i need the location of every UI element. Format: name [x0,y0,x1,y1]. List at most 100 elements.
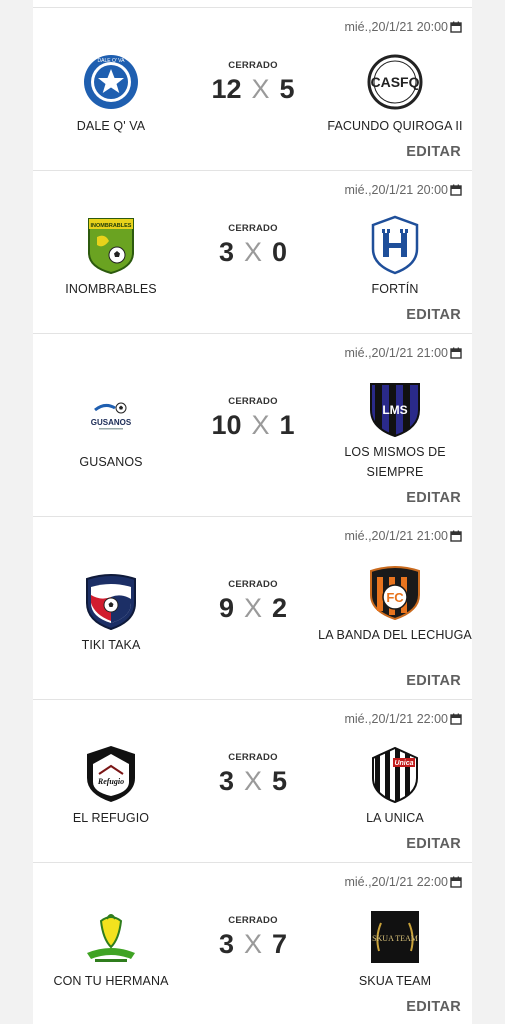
home-score: 3 [218,766,234,796]
away-team[interactable]: FORTÍN [317,215,473,299]
match-date: mié.,20/1/21 22:00 [344,875,462,889]
home-team-name: INOMBRABLES [65,282,157,296]
right-gutter [472,0,505,1024]
score-separator: X [243,929,262,959]
edit-button[interactable]: EDITAR [406,836,461,852]
away-team-name: LA UNICA [366,811,424,825]
logo-text: Unica [394,760,413,767]
home-score: 10 [211,410,242,440]
match-status: CERRADO [228,223,278,234]
match-date: mié.,20/1/21 21:00 [344,346,462,360]
away-score: 2 [272,593,288,623]
con-tu-hermana-crest-icon [87,914,135,962]
match-card: mié.,20/1/21 20:00 DALE Q' VA DALE Q' VA… [33,8,472,171]
edit-button[interactable]: EDITAR [406,999,461,1015]
match-status: CERRADO [228,915,278,926]
scoreline: 3 X 5 [188,766,318,797]
home-team-name: EL REFUGIO [72,811,150,825]
score-separator: X [243,593,262,623]
away-team[interactable]: Unica LA UNICA [317,744,473,828]
calendar-icon [450,876,462,888]
match-card: mié.,20/1/21 22:00 Refugio EL REFUGIO CE… [33,700,472,863]
away-team[interactable]: LMS LOS MISMOS DE SIEMPRE [317,378,473,482]
scoreline: 3 X 7 [188,929,318,960]
tiki-taka-crest-icon [86,574,136,631]
logo-text: FC [386,590,404,605]
home-team-name: GUSANOS [79,455,143,469]
left-gutter [0,0,33,1024]
gusanos-crest-icon: GUSANOS [91,402,132,430]
away-score: 5 [279,74,295,104]
away-team-name: SKUA TEAM [358,974,432,988]
match-status: CERRADO [228,579,278,590]
scoreline: 9 X 2 [188,593,318,624]
calendar-icon [450,21,462,33]
home-team[interactable]: DALE Q' VA DALE Q' VA [33,52,189,136]
edit-button[interactable]: EDITAR [406,673,461,689]
match-card: mié.,20/1/21 22:00 CON TU HERMANA CERRAD… [33,863,472,1024]
away-team[interactable]: CASFQ FACUNDO QUIROGA II [317,52,473,136]
home-team-name: CON TU HERMANA [53,974,169,988]
facundo-quiroga-crest-icon: CASFQ [367,54,423,110]
match-date: mié.,20/1/21 22:00 [344,712,462,726]
match-date: mié.,20/1/21 21:00 [344,529,462,543]
match-card: mié.,20/1/21 20:00 INOMBRABLES INOMBRABL… [33,171,472,334]
edit-button[interactable]: EDITAR [406,307,461,323]
match-date: mié.,20/1/21 20:00 [344,183,462,197]
logo-text: CASFQ [371,74,420,90]
calendar-icon [450,347,462,359]
edit-button[interactable]: EDITAR [406,490,461,506]
skua-team-crest-icon: SKUA TEAM [371,911,419,963]
match-date: mié.,20/1/21 20:00 [344,20,462,34]
away-team-name: FORTÍN [371,282,419,296]
scoreline: 10 X 1 [188,410,318,441]
calendar-icon [450,184,462,196]
match-status: CERRADO [228,396,278,407]
home-team[interactable]: INOMBRABLES INOMBRABLES [33,215,189,299]
away-team-name: LA BANDA DEL LECHUGA [318,628,472,642]
dale-q-va-crest-icon: DALE Q' VA [84,55,138,109]
home-team-name: TIKI TAKA [81,638,141,652]
scoreline: 12 X 5 [188,74,318,105]
la-banda-crest-icon: FC [370,566,420,621]
away-team[interactable]: FC LA BANDA DEL LECHUGA [317,561,473,645]
away-score: 0 [272,237,288,267]
match-status: CERRADO [228,60,278,71]
home-team[interactable]: CON TU HERMANA [33,907,189,991]
calendar-icon [450,713,462,725]
score-separator: X [251,410,270,440]
score-separator: X [243,766,262,796]
edit-button[interactable]: EDITAR [406,144,461,160]
home-team[interactable]: GUSANOS GUSANOS [33,388,189,472]
home-team[interactable]: Refugio EL REFUGIO [33,744,189,828]
home-team[interactable]: TIKI TAKA [33,571,189,655]
away-score: 5 [272,766,288,796]
logo-text: GUSANOS [91,418,132,427]
scoreline: 3 X 0 [188,237,318,268]
home-score: 3 [218,929,234,959]
away-team[interactable]: SKUA TEAM SKUA TEAM [317,907,473,991]
match-card: mié.,20/1/21 21:00 TIKI TAKA CERRADO 9 X… [33,517,472,700]
inombrables-crest-icon: INOMBRABLES [88,218,134,275]
match-status: CERRADO [228,752,278,763]
logo-text: INOMBRABLES [91,223,132,229]
calendar-icon [450,530,462,542]
score-separator: X [251,74,270,104]
match-card: mié.,20/1/21 21:00 GUSANOS GUSANOS CERRA… [33,334,472,517]
home-team-name: DALE Q' VA [76,119,146,133]
el-refugio-crest-icon: Refugio [87,746,135,802]
la-unica-crest-icon: Unica [372,746,418,804]
away-score: 7 [272,929,288,959]
home-score: 12 [211,74,242,104]
away-team-name: FACUNDO QUIROGA II [327,119,463,133]
los-mismos-crest-icon: LMS [370,383,420,438]
home-score: 3 [218,237,234,267]
score-separator: X [243,237,262,267]
fortin-crest-icon [371,215,419,275]
away-score: 1 [279,410,295,440]
home-score: 9 [218,593,234,623]
logo-text: SKUA TEAM [372,934,418,943]
logo-text: DALE Q' VA [98,58,126,64]
logo-text: Refugio [97,777,124,786]
away-team-name: LOS MISMOS DE SIEMPRE [344,445,446,479]
